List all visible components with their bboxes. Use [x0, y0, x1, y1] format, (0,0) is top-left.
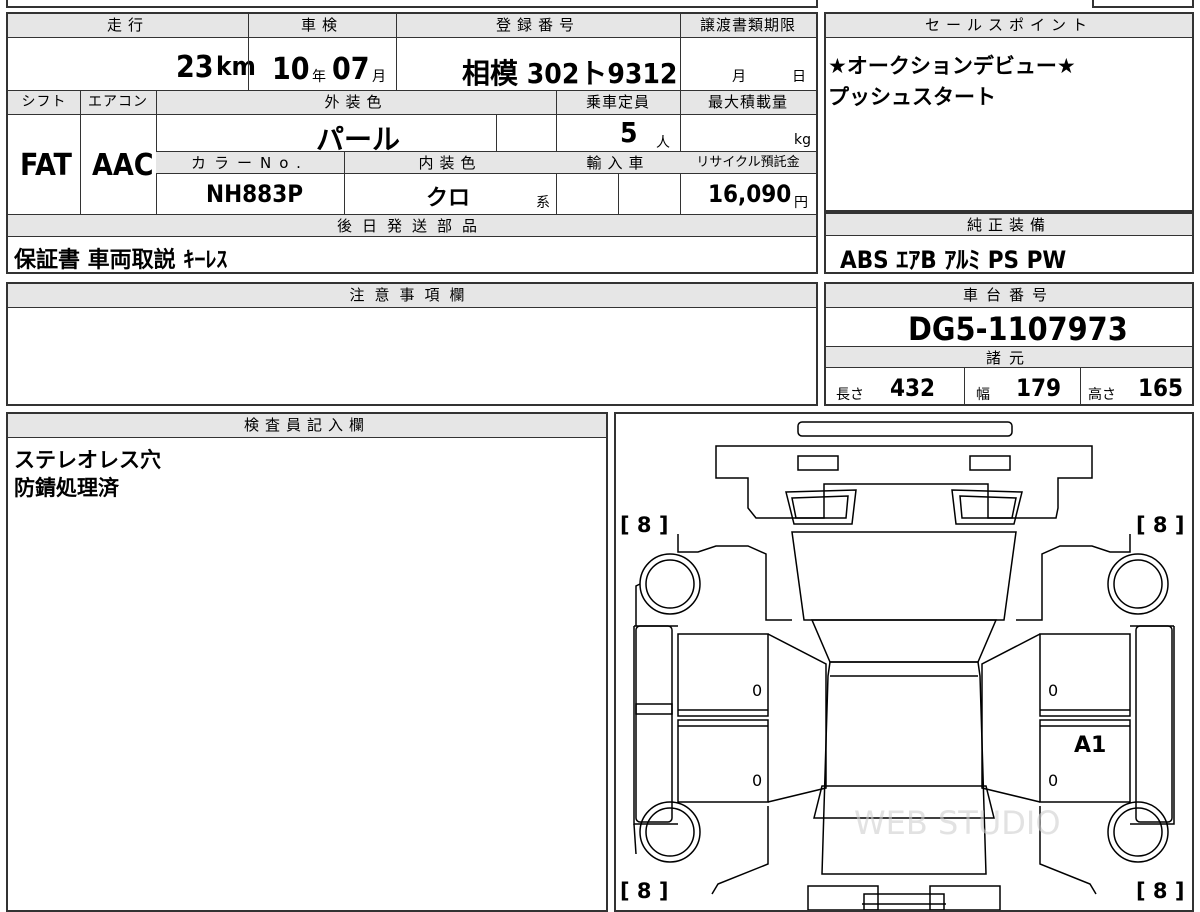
later-parts-value: 保証書 車両取説 ｷｰﾚｽ: [14, 248, 228, 273]
registration-value: 相模 302ト9312: [462, 57, 678, 90]
panel-right-front-label: 0: [1048, 681, 1058, 700]
car-diagram-box: WEB STUDIO [ 8 ] [ 8 ] [ 8 ] [ 8 ] 0 0 0…: [614, 412, 1194, 912]
inspection-year: 10: [272, 52, 310, 87]
sales-point-header: セールスポイント: [826, 14, 1192, 38]
height-value: 165: [1138, 374, 1184, 402]
deadline-header: 譲渡書類期限: [680, 14, 816, 38]
panel-right-rear-label: 0: [1048, 771, 1058, 790]
tire-front-left-label: [ 8 ]: [620, 513, 668, 537]
tire-rear-left-label: [ 8 ]: [620, 879, 668, 903]
sales-point-box: セールスポイント ★オークションデビュー★ プッシュスタート: [824, 12, 1194, 212]
car-outline-diagram: WEB STUDIO [ 8 ] [ 8 ] [ 8 ] [ 8 ] 0 0 0…: [620, 421, 1184, 910]
sales-point-line-2: プッシュスタート: [828, 85, 996, 109]
mileage-unit: km: [216, 52, 256, 82]
later-parts-header: 後日発送部品: [8, 215, 816, 237]
interior-color-suffix: 系: [536, 195, 550, 211]
aircon-value: AAC: [92, 148, 154, 183]
genuine-equipment-header: 純正装備: [826, 214, 1192, 236]
length-label: 長さ: [836, 387, 864, 403]
tire-rear-right-label: [ 8 ]: [1136, 879, 1184, 903]
watermark-text: WEB STUDIO: [854, 804, 1061, 842]
top-clipped-row-right: [1092, 0, 1194, 8]
notes-box: 注意事項欄: [6, 282, 818, 406]
panel-left-rear-label: 0: [752, 771, 762, 790]
deadline-day-unit: 日: [792, 69, 806, 85]
tire-front-right-label: [ 8 ]: [1136, 513, 1184, 537]
dimensions-header: 諸元: [826, 346, 1192, 368]
recycle-fee-value: 16,090: [708, 180, 792, 208]
vehicle-info-table: 走行 車検 登録番号 譲渡書類期限 23 km 10 年 07 月 相模 302…: [6, 12, 818, 274]
color-no-value: NH883P: [206, 180, 304, 208]
inspection-month: 07: [332, 52, 370, 87]
recycle-fee-unit: 円: [794, 195, 808, 211]
inspector-header: 検査員記入欄: [8, 414, 606, 438]
genuine-equipment-box: 純正装備 ABS ｴｱB ｱﾙﾐ PS PW: [824, 212, 1194, 274]
damage-code-label: A1: [1074, 733, 1106, 758]
capacity-value: 5: [620, 116, 638, 149]
mileage-value: 23: [176, 50, 214, 85]
inspector-line-1: ステレオレス穴: [14, 448, 161, 472]
width-value: 179: [1016, 374, 1062, 402]
color-no-header: カラーNo.: [156, 152, 344, 174]
exterior-color-header: 外装色: [156, 91, 556, 115]
shift-header: シフト: [8, 91, 80, 115]
recycle-fee-header: リサイクル預託金: [680, 152, 816, 174]
aircon-header: エアコン: [80, 91, 156, 115]
capacity-unit: 人: [656, 135, 670, 151]
panel-left-front-label: 0: [752, 681, 762, 700]
top-clipped-row: [6, 0, 818, 8]
inspection-year-unit: 年: [312, 69, 326, 85]
registration-header: 登録番号: [396, 14, 680, 38]
shift-value: FAT: [20, 148, 72, 183]
capacity-header: 乗車定員: [556, 91, 680, 115]
length-value: 432: [890, 374, 936, 402]
max-load-unit: kg: [794, 132, 811, 148]
genuine-equipment-value: ABS ｴｱB ｱﾙﾐ PS PW: [840, 246, 1067, 274]
sales-point-line-1: ★オークションデビュー★: [828, 54, 1076, 78]
inspection-header: 車検: [248, 14, 396, 38]
notes-header: 注意事項欄: [8, 284, 816, 308]
width-label: 幅: [976, 387, 990, 403]
import-header: 輸入車: [556, 152, 680, 174]
height-label: 高さ: [1088, 387, 1116, 403]
max-load-header: 最大積載量: [680, 91, 816, 115]
interior-color-header: 内装色: [344, 152, 556, 174]
deadline-month-unit: 月: [732, 69, 746, 85]
chassis-value: DG5-1107973: [908, 310, 1128, 348]
inspector-box: 検査員記入欄 ステレオレス穴 防錆処理済: [6, 412, 608, 912]
chassis-box: 車台番号 DG5-1107973 諸元 長さ 432 幅 179 高さ 165: [824, 282, 1194, 406]
mileage-header: 走行: [8, 14, 248, 38]
chassis-header: 車台番号: [826, 284, 1192, 308]
inspection-month-unit: 月: [372, 69, 386, 85]
inspector-line-2: 防錆処理済: [14, 476, 119, 500]
interior-color-value: クロ: [426, 186, 471, 211]
